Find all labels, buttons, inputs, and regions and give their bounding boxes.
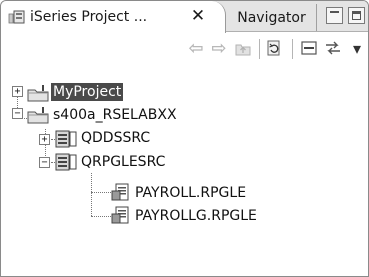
tree-node-label: QDDSSRC	[81, 130, 151, 146]
tree-node-s400a-rselabxx[interactable]: s400a_RSELABXX	[51, 104, 179, 126]
source-file-icon	[55, 130, 77, 148]
project-tree: + MyProject − s400a_RSELABXX + QDDSSRC −…	[1, 1, 368, 276]
tree-node-label: PAYROLLG.RPGLE	[135, 208, 257, 224]
expand-toggle[interactable]: +	[12, 86, 23, 97]
tree-node-label: s400a_RSELABXX	[53, 107, 177, 123]
tree-node-label: QRPGLESRC	[81, 154, 166, 170]
project-folder-icon	[27, 85, 49, 103]
tree-node-payrollg-rpgle[interactable]: PAYROLLG.RPGLE	[133, 205, 259, 227]
tree-connector	[91, 192, 111, 193]
tree-connector	[91, 173, 92, 216]
iseries-project-view: iSeries Project ... ✕ Navigator ⇦ ⇨ ▾ + …	[0, 0, 369, 277]
source-member-icon	[111, 183, 133, 201]
tree-node-label: PAYROLL.RPGLE	[135, 185, 247, 201]
source-file-icon	[55, 153, 77, 171]
tree-node-payroll-rpgle[interactable]: PAYROLL.RPGLE	[133, 182, 248, 204]
tree-node-qddssrc[interactable]: QDDSSRC	[79, 127, 152, 149]
tree-connector	[91, 216, 111, 217]
collapse-toggle[interactable]: −	[39, 157, 50, 168]
expand-toggle[interactable]: +	[39, 134, 50, 145]
tree-node-label: MyProject	[51, 83, 124, 101]
collapse-toggle[interactable]: −	[12, 108, 23, 119]
project-folder-icon	[27, 107, 49, 125]
tree-node-qrpglesrc[interactable]: QRPGLESRC	[79, 151, 167, 173]
tree-node-myproject[interactable]: MyProject	[51, 81, 124, 103]
source-member-icon	[111, 206, 133, 224]
